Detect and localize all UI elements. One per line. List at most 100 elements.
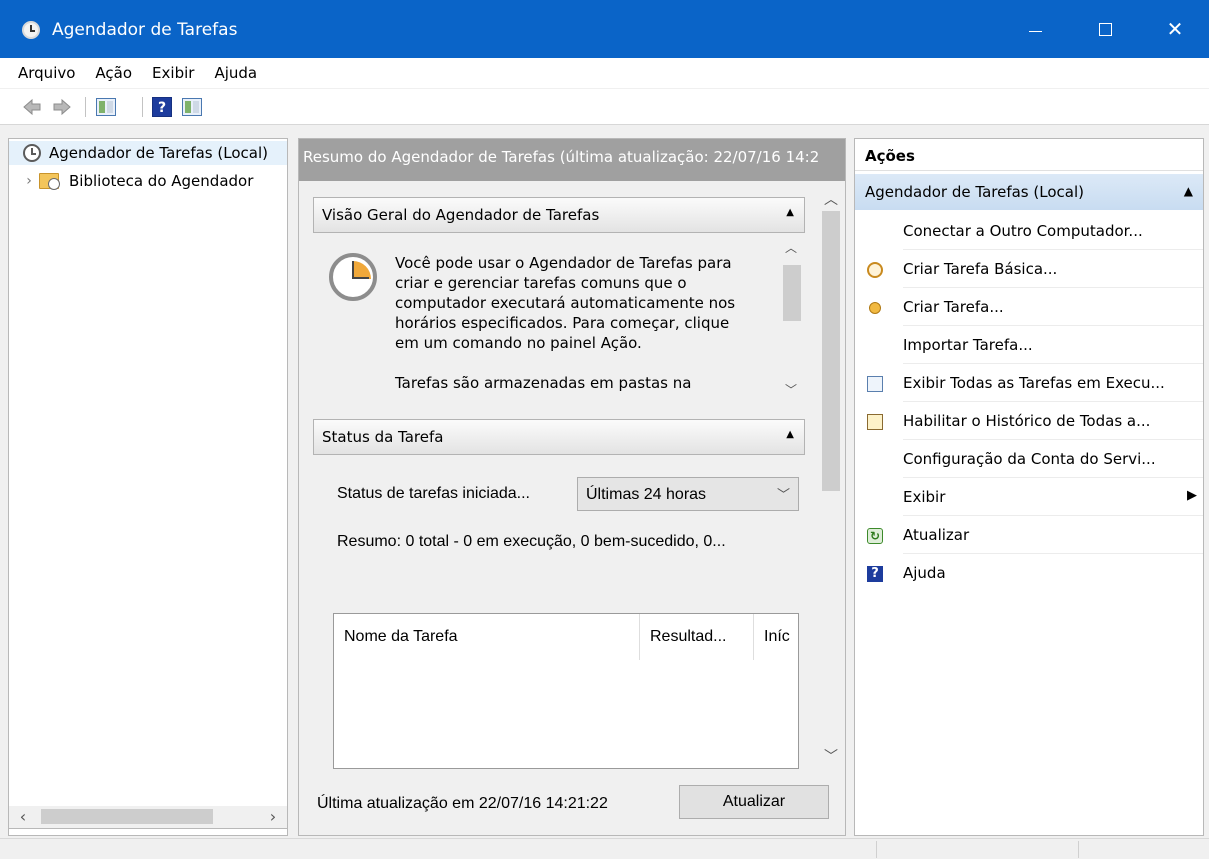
- actions-pane: Ações Agendador de Tarefas (Local) ▲ Con…: [854, 138, 1204, 836]
- status-summary: Resumo: 0 total - 0 em execução, 0 bem-s…: [337, 533, 726, 550]
- last-update-text: Última atualização em 22/07/16 14:21:22: [317, 795, 608, 812]
- time-range-value: Últimas 24 horas: [586, 486, 707, 503]
- overview-paragraph: Tarefas são armazenadas em pastas na: [395, 374, 692, 392]
- maximize-icon: [1098, 22, 1112, 36]
- action-refresh[interactable]: ↻ Atualizar: [855, 516, 1203, 554]
- show-hide-action-pane-icon[interactable]: [182, 98, 202, 116]
- menu-bar: Arquivo Ação Exibir Ajuda: [0, 58, 1209, 88]
- action-enable-history[interactable]: Habilitar o Histórico de Todas a...: [855, 402, 1203, 440]
- window-title: Agendador de Tarefas: [52, 20, 238, 40]
- menu-ajuda[interactable]: Ajuda: [212, 64, 259, 82]
- forward-arrow-icon[interactable]: [52, 97, 72, 117]
- action-create-task[interactable]: Criar Tarefa...: [855, 288, 1203, 326]
- actions-header: Ações: [855, 139, 1203, 171]
- scroll-thumb[interactable]: [822, 211, 840, 491]
- summary-footer: Última atualização em 22/07/16 14:21:22 …: [299, 769, 845, 835]
- actions-group-title: Agendador de Tarefas (Local): [865, 183, 1084, 201]
- summary-header: Resumo do Agendador de Tarefas (última a…: [299, 139, 845, 181]
- toolbar-separator: [85, 97, 86, 117]
- refresh-button[interactable]: Atualizar: [679, 785, 829, 819]
- console-tree: Agendador de Tarefas (Local) › Bibliotec…: [8, 138, 288, 836]
- action-label: Atualizar: [903, 526, 970, 544]
- collapse-icon[interactable]: ▲: [1184, 184, 1193, 198]
- scroll-right-icon[interactable]: ›: [263, 808, 283, 826]
- menu-exibir[interactable]: Exibir: [150, 64, 196, 82]
- tree-item-root[interactable]: Agendador de Tarefas (Local): [9, 141, 287, 165]
- scroll-left-icon[interactable]: ‹: [13, 808, 33, 826]
- status-bar: [0, 838, 1209, 859]
- action-view[interactable]: Exibir ▶: [855, 478, 1203, 516]
- status-filter-label: Status de tarefas iniciada...: [337, 485, 530, 502]
- help-icon: ?: [867, 566, 883, 582]
- action-help[interactable]: ? Ajuda: [855, 554, 1203, 592]
- scroll-thumb[interactable]: [783, 265, 801, 321]
- action-label: Exibir Todas as Tarefas em Execu...: [903, 374, 1165, 392]
- column-header-result[interactable]: Resultad...: [640, 614, 754, 660]
- tree-horizontal-scrollbar[interactable]: ‹ ›: [8, 806, 288, 829]
- chevron-down-icon: ﹀: [776, 487, 790, 502]
- scroll-down-icon[interactable]: ﹀: [819, 746, 843, 766]
- status-bar-divider: [1078, 841, 1079, 858]
- action-label: Conectar a Outro Computador...: [903, 222, 1143, 240]
- scroll-thumb[interactable]: [41, 809, 213, 824]
- task-status-table: Nome da Tarefa Resultad... Iníc: [333, 613, 799, 769]
- help-icon[interactable]: ?: [152, 97, 172, 117]
- task-status-section-header[interactable]: Status da Tarefa ▲: [313, 419, 805, 455]
- summary-vertical-scrollbar[interactable]: ︿ ﹀: [819, 181, 843, 769]
- chevron-right-icon[interactable]: ›: [19, 173, 39, 189]
- collapse-icon[interactable]: ▲: [786, 207, 794, 218]
- time-range-select[interactable]: Últimas 24 horas ﹀: [577, 477, 799, 511]
- minimize-icon: [1028, 30, 1042, 32]
- history-icon: [867, 414, 883, 430]
- column-header-start[interactable]: Iníc: [754, 614, 798, 660]
- running-tasks-icon: [867, 376, 883, 392]
- overview-title: Visão Geral do Agendador de Tarefas: [322, 206, 600, 224]
- scroll-up-icon[interactable]: ︿: [819, 189, 843, 209]
- summary-pane: Resumo do Agendador de Tarefas (última a…: [298, 138, 846, 836]
- task-status-title: Status da Tarefa: [322, 428, 444, 446]
- action-label: Importar Tarefa...: [903, 336, 1033, 354]
- tree-item-library[interactable]: › Biblioteca do Agendador: [9, 169, 253, 193]
- menu-arquivo[interactable]: Arquivo: [16, 64, 77, 82]
- actions-group-header[interactable]: Agendador de Tarefas (Local) ▲: [855, 174, 1203, 210]
- show-hide-console-tree-icon[interactable]: [96, 98, 116, 116]
- overview-scrollbar[interactable]: ︿ ﹀: [779, 235, 803, 401]
- action-connect-computer[interactable]: Conectar a Outro Computador...: [855, 212, 1203, 250]
- title-bar: Agendador de Tarefas ✕: [0, 0, 1209, 58]
- status-bar-divider: [876, 841, 877, 858]
- action-label: Exibir: [903, 488, 946, 506]
- minimize-button[interactable]: [1000, 0, 1070, 58]
- back-arrow-icon[interactable]: [22, 97, 42, 117]
- refresh-icon: ↻: [867, 528, 883, 544]
- action-create-basic-task[interactable]: Criar Tarefa Básica...: [855, 250, 1203, 288]
- clock-icon: [329, 253, 377, 301]
- maximize-button[interactable]: [1070, 0, 1140, 58]
- clock-icon: [23, 144, 41, 162]
- action-show-running-tasks[interactable]: Exibir Todas as Tarefas em Execu...: [855, 364, 1203, 402]
- action-label: Criar Tarefa Básica...: [903, 260, 1058, 278]
- overview-paragraph: Você pode usar o Agendador de Tarefas pa…: [395, 254, 736, 352]
- scroll-down-icon[interactable]: ﹀: [785, 381, 797, 398]
- collapse-icon[interactable]: ▲: [786, 429, 794, 440]
- overview-text: Você pode usar o Agendador de Tarefas pa…: [395, 253, 755, 401]
- toolbar-separator: [142, 97, 143, 117]
- create-task-icon: [869, 302, 881, 314]
- menu-acao[interactable]: Ação: [93, 64, 134, 82]
- task-scheduler-app-icon: [22, 21, 40, 39]
- close-button[interactable]: ✕: [1140, 0, 1209, 58]
- scroll-up-icon[interactable]: ︿: [785, 239, 797, 256]
- close-icon: ✕: [1166, 17, 1184, 41]
- overview-section-header[interactable]: Visão Geral do Agendador de Tarefas ▲: [313, 197, 805, 233]
- submenu-arrow-icon: ▶: [1187, 488, 1197, 503]
- basic-task-icon: [867, 262, 883, 278]
- action-label: Configuração da Conta do Servi...: [903, 450, 1156, 468]
- action-label: Criar Tarefa...: [903, 298, 1004, 316]
- toolbar: ?: [0, 89, 1209, 125]
- action-label: Habilitar o Histórico de Todas a...: [903, 412, 1151, 430]
- column-header-task-name[interactable]: Nome da Tarefa: [334, 614, 640, 660]
- tree-item-library-label: Biblioteca do Agendador: [69, 172, 254, 190]
- scheduler-library-folder-icon: [39, 173, 60, 190]
- tree-item-root-label: Agendador de Tarefas (Local): [49, 144, 268, 162]
- action-import-task[interactable]: Importar Tarefa...: [855, 326, 1203, 364]
- action-service-account-config[interactable]: Configuração da Conta do Servi...: [855, 440, 1203, 478]
